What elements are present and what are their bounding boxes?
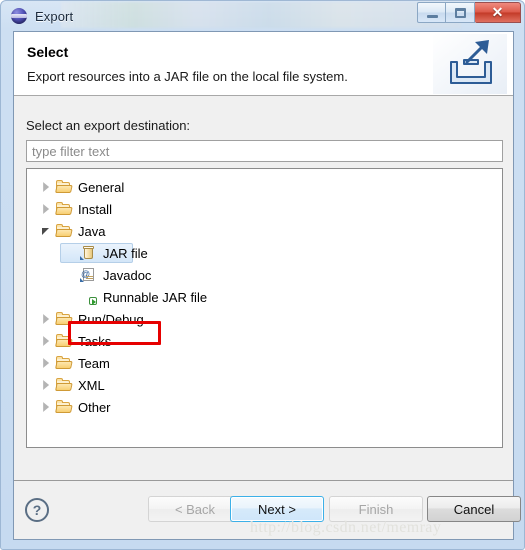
javadoc-icon: @ [80, 267, 98, 283]
tree-item[interactable]: Other [27, 396, 502, 418]
chevron-right-icon[interactable] [39, 399, 55, 415]
minimize-icon [427, 15, 438, 18]
runnable-jar-icon [80, 289, 98, 305]
content-area: Select an export destination: General Ins… [14, 97, 513, 480]
tree-item[interactable]: @ Javadoc [27, 264, 502, 286]
page-description: Export resources into a JAR file on the … [27, 69, 348, 84]
chevron-right-icon[interactable] [39, 377, 55, 393]
tree-item[interactable]: Team [27, 352, 502, 374]
tree-item-label: XML [78, 377, 105, 393]
close-icon: ✕ [491, 4, 504, 20]
tree-item-label: Team [78, 355, 110, 371]
tree-item-label: Javadoc [103, 267, 152, 283]
jar-icon [80, 245, 98, 261]
chevron-right-icon[interactable] [39, 201, 55, 217]
chevron-down-icon[interactable] [39, 223, 55, 239]
tree-item[interactable]: XML [27, 374, 502, 396]
tree-item[interactable]: Install [27, 198, 502, 220]
finish-button: Finish [329, 496, 423, 522]
wizard-header: Select Export resources into a JAR file … [14, 32, 513, 96]
folder-icon [55, 333, 73, 349]
export-dialog-window: Export ✕ Select Export resources into a … [0, 0, 525, 550]
minimize-button[interactable] [417, 2, 446, 23]
filter-input[interactable] [26, 140, 503, 162]
tree-item[interactable]: JAR file [27, 242, 502, 264]
tree-item[interactable]: Java [27, 220, 502, 242]
dialog-button-bar: ? < Back Next > Finish Cancel http://blo… [14, 480, 521, 539]
export-destination-tree[interactable]: General Install Java JAR file @ Javadoc Runnab… [26, 168, 503, 448]
maximize-icon [455, 8, 466, 18]
eclipse-sphere-icon [10, 7, 28, 25]
next-button[interactable]: Next > [230, 496, 324, 522]
tree-item-label: General [78, 179, 125, 195]
back-button: < Back [148, 496, 242, 522]
tree-item-label: JAR file [103, 245, 148, 261]
cancel-button[interactable]: Cancel [427, 496, 521, 522]
tree-item-label: Other [78, 399, 111, 415]
window-controls: ✕ [417, 2, 521, 23]
folder-icon [55, 377, 73, 393]
folder-icon [55, 399, 73, 415]
close-button[interactable]: ✕ [475, 2, 521, 23]
folder-icon [55, 355, 73, 371]
window-title: Export [35, 8, 74, 24]
chevron-right-icon[interactable] [39, 333, 55, 349]
export-tray-arrow-icon [433, 34, 507, 94]
tree-item-label: Runnable JAR file [103, 289, 208, 305]
maximize-button[interactable] [446, 2, 475, 23]
tree-item-label: Tasks [78, 333, 112, 349]
dialog-body: Select Export resources into a JAR file … [13, 31, 521, 540]
chevron-right-icon[interactable] [39, 311, 55, 327]
tree-item[interactable]: Run/Debug [27, 308, 502, 330]
tree-item[interactable]: Runnable JAR file [27, 286, 502, 308]
tree-item-label: Run/Debug [78, 311, 144, 327]
tree-item[interactable]: General [27, 176, 502, 198]
page-title: Select [27, 44, 69, 60]
folder-icon [55, 311, 73, 327]
tree-item-label: Install [78, 201, 112, 217]
folder-icon [55, 223, 73, 239]
folder-icon [55, 179, 73, 195]
folder-icon [55, 201, 73, 217]
destination-label: Select an export destination: [26, 118, 191, 133]
chevron-right-icon[interactable] [39, 179, 55, 195]
chevron-right-icon[interactable] [39, 355, 55, 371]
tree-item-label: Java [78, 223, 106, 239]
tree-item[interactable]: Tasks [27, 330, 502, 352]
help-button[interactable]: ? [25, 498, 49, 522]
